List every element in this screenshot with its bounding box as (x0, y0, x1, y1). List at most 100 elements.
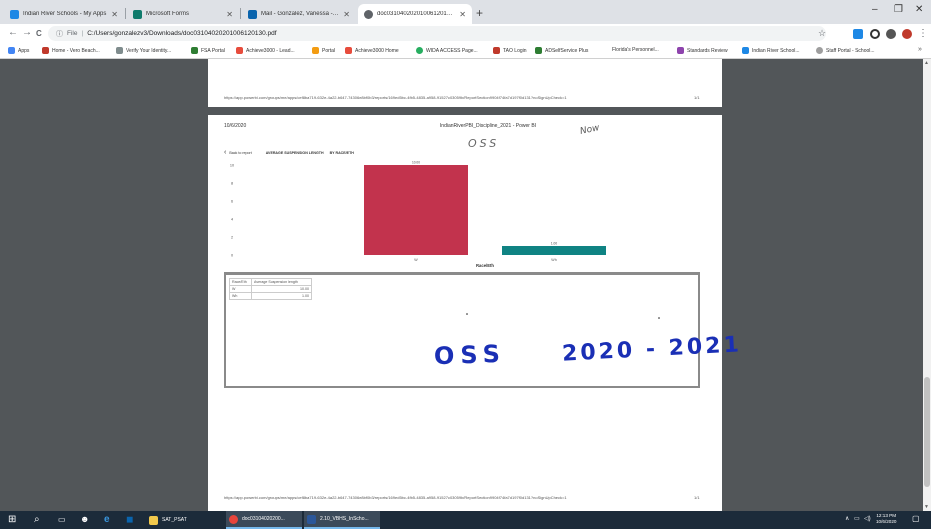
profile-avatar[interactable] (902, 29, 912, 39)
bookmark-item[interactable]: Florida's Personnel... (612, 47, 659, 53)
bookmark-item[interactable]: WIDA ACCESS Page... (416, 47, 478, 54)
url-separator: | (81, 30, 84, 37)
tray-chevron-icon[interactable]: ∧ (845, 515, 849, 522)
address-bar[interactable]: ⓘ File | C:/Users/gonzalezv3/Downloads/d… (48, 26, 826, 41)
close-icon[interactable]: ✕ (343, 10, 350, 19)
bookmarks-bar: Apps Home - Vero Beach... Verify Your Id… (0, 44, 931, 59)
pdf-viewer[interactable]: https://app.powerbi.com/groups/me/apps/c… (0, 59, 931, 511)
taskbar-app-label: doc03104020200... (242, 516, 285, 522)
bookmark-item[interactable]: ADSelfService Plus (535, 47, 588, 54)
search-icon[interactable]: ⌕ (34, 514, 40, 525)
back-chevron-icon[interactable]: ‹ (224, 149, 226, 156)
volume-icon[interactable]: ◁) (864, 515, 871, 522)
page-footer-url: https://app.powerbi.com/groups/me/apps/c… (224, 495, 567, 500)
taskbar-app[interactable]: 2.10_VBHS_InScho... (304, 511, 380, 529)
tab-pdf-document[interactable]: doc03104020201006120130.pdf ✕ (358, 4, 472, 24)
y-tick-label: 10 (230, 164, 234, 168)
bookmark-item[interactable]: Verify Your Identity... (116, 47, 171, 54)
bookmark-label: Apps (18, 47, 30, 54)
forward-button[interactable]: → (22, 27, 32, 38)
bookmark-item[interactable]: FSA Portal (191, 47, 225, 54)
bookmark-star-icon[interactable]: ☆ (818, 28, 826, 39)
bookmark-favicon-icon (345, 47, 352, 54)
bookmarks-overflow-button[interactable]: » (918, 46, 922, 53)
bar (502, 246, 606, 255)
close-icon[interactable]: ✕ (226, 10, 233, 19)
tab-title: Mail - Gonzalez, Vanessa - Outlo (261, 11, 339, 17)
bookmark-item[interactable]: Achieve3000 - Lead... (236, 47, 295, 54)
tab-microsoft-forms[interactable]: Microsoft Forms ✕ (127, 4, 239, 24)
bookmark-label: Standards Review (687, 47, 728, 54)
bookmark-item[interactable]: Portal (312, 47, 335, 54)
bookmark-item[interactable]: Indian River School... (742, 47, 800, 54)
close-icon[interactable]: ✕ (459, 10, 466, 19)
edge-icon[interactable]: e (104, 514, 110, 525)
people-icon[interactable]: ☻ (80, 514, 89, 524)
extensions-puzzle-icon[interactable] (886, 29, 896, 39)
visual-title: AVERAGE SUSPENSION LENGTH (265, 150, 324, 155)
print-date: 10/6/2020 (224, 123, 247, 129)
scrollbar-thumb[interactable] (924, 377, 930, 487)
my-apps-favicon-icon (10, 9, 19, 19)
bookmark-item[interactable]: Achieve3000 Home (345, 47, 399, 54)
report-title: IndianRiverPBI_Discipline_2021 - Power B… (439, 123, 537, 129)
globe-favicon-icon (364, 9, 373, 19)
bookmark-apps[interactable]: Apps (8, 47, 29, 54)
taskbar-app[interactable]: doc03104020200... (226, 511, 302, 529)
data-table-panel: Race/Eth Average Suspension length W 10.… (224, 272, 700, 388)
info-icon[interactable]: ⓘ (56, 29, 63, 39)
close-icon[interactable]: ✕ (111, 10, 118, 19)
table-cell: Wh (229, 292, 252, 300)
close-window-button[interactable]: ✕ (915, 4, 923, 15)
scroll-up-arrow-icon[interactable]: ▲ (924, 60, 929, 66)
bookmark-item[interactable]: TAO Login (493, 47, 527, 54)
tab-outlook-mail[interactable]: Mail - Gonzalez, Vanessa - Outlo ✕ (242, 4, 356, 24)
bookmark-favicon-icon (42, 47, 49, 54)
network-icon[interactable]: ▭ (854, 515, 860, 522)
bookmark-favicon-icon (677, 47, 684, 54)
tab-title: doc03104020201006120130.pdf (377, 11, 456, 17)
back-to-report-link[interactable]: Back to report (229, 151, 251, 155)
scroll-down-arrow-icon[interactable]: ▼ (924, 504, 929, 510)
bookmark-label: ADSelfService Plus (545, 47, 589, 54)
tab-divider (240, 8, 241, 19)
table-cell: W (229, 285, 252, 293)
task-view-icon[interactable]: ▭ (58, 515, 66, 524)
extension-icon[interactable] (853, 29, 863, 39)
outlook-icon[interactable]: ◼ (126, 514, 133, 525)
browser-toolbar: ← → C ⓘ File | C:/Users/gonzalezv3/Downl… (0, 24, 931, 44)
bookmark-favicon-icon (312, 47, 319, 54)
taskbar-app-label: 2.10_VBHS_InScho... (320, 516, 369, 522)
chrome-menu-button[interactable]: ⋮ (918, 28, 928, 39)
table-cell: 10.00 (251, 285, 312, 293)
windows-start-icon[interactable]: ⊞ (8, 514, 16, 525)
bookmark-label: Indian River School... (752, 47, 800, 54)
bookmark-favicon-icon (493, 47, 500, 54)
tab-my-apps[interactable]: Indian River Schools - My Apps ✕ (4, 4, 124, 24)
bookmark-label: Achieve3000 Home (355, 47, 399, 54)
notification-icon[interactable]: ▢ (912, 514, 920, 523)
new-tab-button[interactable]: + (476, 6, 483, 20)
y-tick-label: 4 (231, 218, 233, 222)
bookmark-label: Florida's Personnel... (612, 47, 659, 53)
taskbar-app[interactable]: SAT_PSAT (146, 511, 224, 529)
restore-button[interactable]: ❐ (894, 4, 903, 15)
bookmark-favicon-icon (816, 47, 823, 54)
bookmark-item[interactable]: Standards Review (677, 47, 728, 54)
bookmark-item[interactable]: Home - Vero Beach... (42, 47, 100, 54)
minimize-button[interactable]: – (872, 4, 878, 15)
vertical-scrollbar[interactable]: ▲ ▼ (923, 59, 931, 511)
back-button[interactable]: ← (8, 27, 18, 38)
reload-button[interactable]: C (36, 29, 42, 38)
clock-date: 10/6/2020 (876, 519, 897, 524)
y-tick-label: 2 (231, 236, 233, 240)
url-text[interactable]: C:/Users/gonzalezv3/Downloads/doc0310402… (87, 30, 276, 37)
scan-speck (466, 313, 468, 315)
extension-icon[interactable] (870, 29, 880, 39)
page-footer-number: 1/1 (694, 495, 700, 500)
tab-title: Indian River Schools - My Apps (23, 11, 107, 17)
x-tick-label: Wh (551, 258, 556, 262)
bookmark-item[interactable]: Staff Portal - School... (816, 47, 875, 54)
system-clock[interactable]: 12:13 PM 10/6/2020 (876, 513, 896, 525)
bookmark-label: FSA Portal (201, 47, 225, 54)
